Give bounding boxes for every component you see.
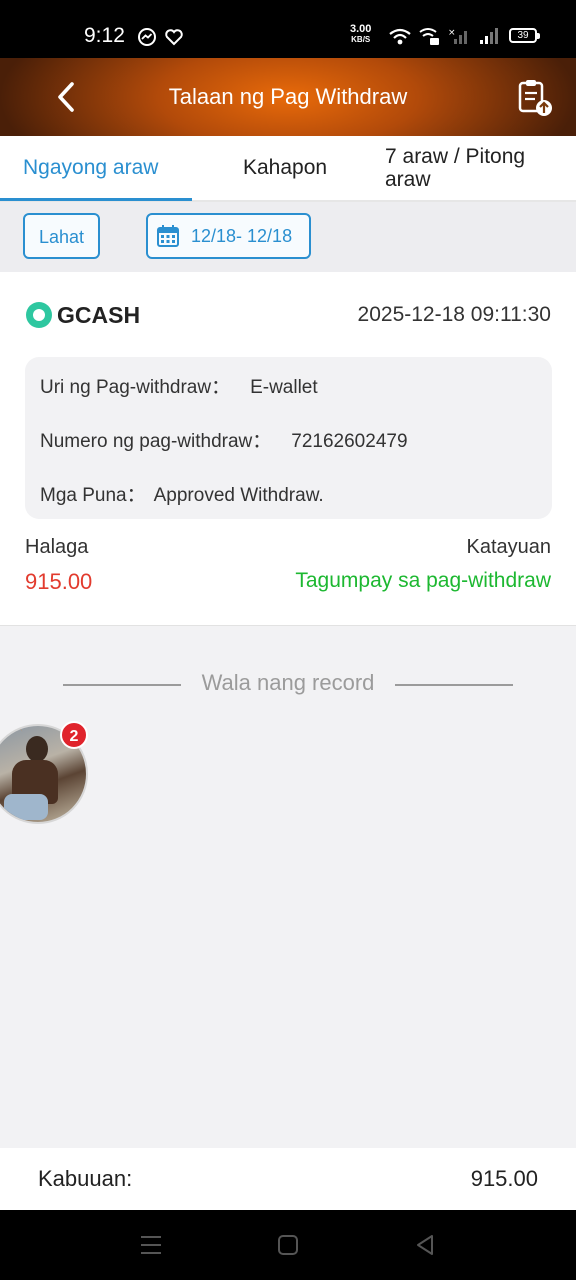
detail-remarks-value: Approved Withdraw. [153, 485, 324, 506]
network-speed: 3.00 KB/S [350, 23, 372, 45]
amount-label: Halaga [25, 536, 89, 558]
menu-icon[interactable] [140, 1234, 162, 1256]
signal-sim2-icon [480, 28, 498, 44]
battery-indicator: 39 [509, 28, 540, 43]
total-bar: Kabuuan: 915.00 [0, 1148, 576, 1210]
date-range-button[interactable]: 12/18- 12/18 [146, 213, 311, 259]
calendar-icon [157, 225, 179, 247]
no-more-records: Wala nang record [0, 670, 576, 700]
record-datetime: 2025-12-18 09:11:30 [357, 303, 551, 326]
heart-icon [165, 29, 183, 46]
amount-value: 915.00 [25, 569, 93, 594]
divider-right [395, 684, 513, 686]
status-bar: 9:12 3.00 KB/S × 39 [0, 0, 576, 58]
back-triangle-icon[interactable] [414, 1234, 436, 1256]
system-nav-bar [0, 1210, 576, 1280]
home-icon[interactable] [277, 1234, 299, 1256]
tab-today-label: Ngayong araw [23, 156, 159, 179]
detail-withdraw-type-label: Uri ng Pag-withdraw： [40, 377, 231, 398]
tab-seven-days-label: 7 araw / Pitong araw [385, 145, 526, 191]
filter-all-label: Lahat [39, 227, 85, 247]
tab-yesterday[interactable]: Kahapon [243, 156, 327, 196]
svg-text:×: × [448, 28, 456, 38]
detail-withdraw-number-value: 72162602479 [291, 431, 408, 452]
detail-remarks-label: Mga Puna： [40, 485, 146, 506]
network-speed-value: 3.00 [350, 23, 372, 35]
total-value: 915.00 [470, 1166, 538, 1191]
app-header: Talaan ng Pag Withdraw [0, 58, 576, 136]
notification-badge: 2 [60, 721, 88, 749]
messenger-icon [138, 28, 156, 46]
clipboard-upload-icon[interactable] [514, 78, 556, 118]
filter-all-button[interactable]: Lahat [23, 213, 100, 259]
provider-name: GCASH [57, 302, 141, 328]
active-tab-indicator [0, 198, 192, 201]
detail-remarks: Mga Puna： Approved Withdraw. [40, 480, 324, 507]
tab-yesterday-label: Kahapon [243, 156, 328, 179]
status-time: 9:12 [84, 24, 125, 47]
wifi-calling-icon [419, 28, 439, 45]
network-speed-unit: KB/S [351, 35, 371, 44]
date-range-label: 12/18- 12/18 [191, 226, 293, 246]
status-value: Tagumpay sa pag-withdraw [295, 569, 551, 592]
tab-today[interactable]: Ngayong araw [23, 156, 158, 196]
detail-withdraw-type-value: E-wallet [250, 377, 318, 398]
status-label: Katayuan [466, 536, 551, 558]
no-more-records-text: Wala nang record [201, 670, 375, 695]
filter-row: Lahat 12/18- 12/18 [0, 202, 576, 272]
detail-withdraw-number-label: Numero ng pag-withdraw： [40, 431, 272, 452]
signal-sim1-icon: × [448, 28, 467, 44]
detail-withdraw-number: Numero ng pag-withdraw： 72162602479 [40, 426, 408, 453]
withdraw-record-card[interactable]: GCASH 2025-12-18 09:11:30 Uri ng Pag-wit… [0, 272, 576, 626]
detail-withdraw-type: Uri ng Pag-withdraw： E-wallet [40, 372, 318, 399]
avatar-figure-head [26, 736, 48, 762]
date-tabs: Ngayong araw Kahapon 7 araw / Pitong ara… [0, 136, 576, 202]
page-title: Talaan ng Pag Withdraw [168, 84, 408, 109]
wifi-icon [389, 28, 411, 45]
avatar-figure-legs [4, 794, 48, 820]
total-label: Kabuuan: [38, 1166, 133, 1191]
gcash-logo-icon [26, 302, 52, 328]
record-details-box: Uri ng Pag-withdraw： E-wallet Numero ng p… [25, 357, 552, 519]
